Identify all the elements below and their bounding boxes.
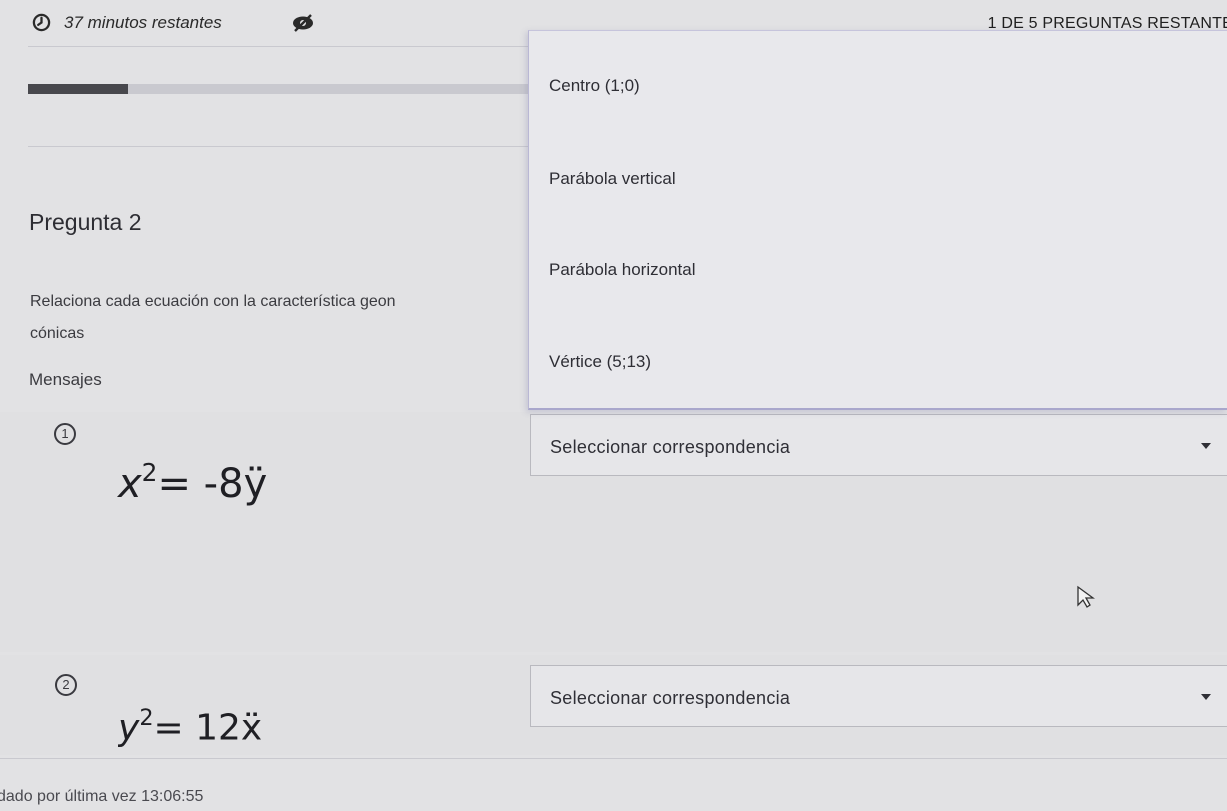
dropdown-option[interactable]: Parábola vertical: [549, 169, 676, 189]
divider: [28, 146, 528, 147]
select-placeholder: Seleccionar correspondencia: [550, 437, 791, 457]
match-select[interactable]: Seleccionar correspondencia: [530, 665, 1227, 727]
messages-label: Mensajes: [29, 370, 102, 389]
chevron-down-icon: [1201, 694, 1211, 700]
equation-exponent: 2: [141, 458, 158, 487]
question-prompt-line2: cónicas: [30, 325, 85, 342]
equation-exponent: 2: [139, 705, 154, 731]
dropdown-options-list: Centro (1;0) Parábola vertical Parábola …: [528, 30, 1227, 410]
divider: [28, 46, 528, 47]
equation-rhs: = -8ÿ: [157, 461, 268, 508]
dropdown-option[interactable]: Vértice (5;13): [549, 352, 651, 372]
item-number-badge: 1: [54, 423, 76, 445]
item-number-badge: 2: [55, 674, 77, 696]
select-placeholder: Seleccionar correspondencia: [550, 688, 791, 708]
equation-lhs: y: [118, 707, 140, 749]
progress-bar: [28, 84, 528, 94]
match-item-row: 2 y2= 12ẍ Seleccionar correspondencia: [0, 655, 1227, 755]
equation-lhs: x: [118, 461, 142, 508]
progress-bar-fill: [28, 84, 128, 94]
question-prompt-line1: Relaciona cada ecuación con la caracterí…: [30, 293, 396, 310]
chevron-down-icon: [1201, 443, 1211, 449]
mouse-cursor-icon: [1077, 585, 1095, 608]
timer-text: 37 minutos restantes: [64, 13, 222, 32]
last-saved-text: dado por última vez 13:06:55: [0, 788, 204, 805]
match-select[interactable]: Seleccionar correspondencia: [530, 414, 1227, 476]
clock-icon: [32, 13, 51, 32]
dropdown-option[interactable]: Centro (1;0): [549, 76, 640, 96]
eye-slash-icon[interactable]: [291, 13, 315, 33]
question-title: Pregunta 2: [29, 209, 142, 235]
equation: y2= 12ẍ: [118, 705, 262, 749]
match-item-row: 1 x2= -8ÿ Seleccionar correspondencia: [0, 412, 1227, 652]
equation-rhs: = 12ẍ: [153, 707, 263, 749]
question-prompt: Relaciona cada ecuación con la caracterí…: [30, 293, 530, 343]
dropdown-option[interactable]: Parábola horizontal: [549, 260, 695, 280]
divider: [0, 758, 1227, 759]
equation: x2= -8ÿ: [118, 458, 267, 507]
